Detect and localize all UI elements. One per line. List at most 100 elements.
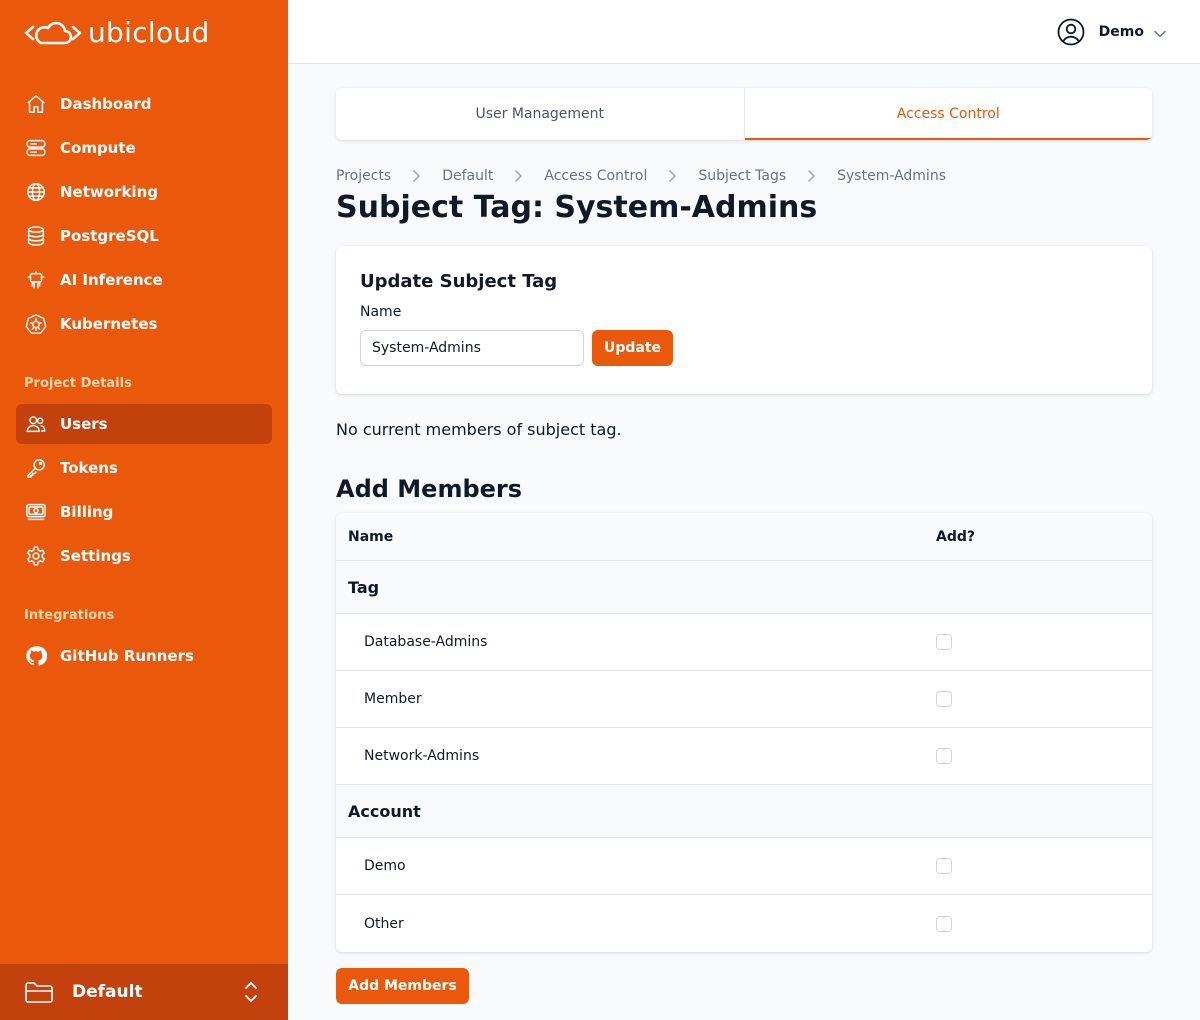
- sidebar-item-dashboard[interactable]: Dashboard: [16, 84, 272, 124]
- add-member-checkbox[interactable]: [936, 634, 952, 650]
- sidebar-item-label: Compute: [60, 139, 136, 157]
- table-row: Network-Admins: [336, 728, 1152, 785]
- sidebar-item-users[interactable]: Users: [16, 404, 272, 444]
- name-field-label: Name: [360, 304, 402, 320]
- column-header-add: Add?: [936, 528, 975, 545]
- sidebar-item-kubernetes[interactable]: Kubernetes: [16, 304, 272, 344]
- table-row: Member: [336, 671, 1152, 728]
- update-form-row: Update: [360, 330, 1128, 366]
- member-name: Demo: [364, 858, 406, 874]
- project-nav: Users Tokens Billing Settings: [16, 404, 272, 580]
- group-row-account: Account: [336, 785, 1152, 838]
- add-member-checkbox[interactable]: [936, 915, 952, 932]
- tab-label: Access Control: [896, 106, 1000, 122]
- member-name: Network-Admins: [364, 748, 480, 764]
- banknote-icon: [24, 500, 48, 524]
- user-avatar-icon: [1057, 18, 1085, 46]
- globe-icon: [24, 180, 48, 204]
- sidebar-item-billing[interactable]: Billing: [16, 492, 272, 532]
- sidebar-item-github-runners[interactable]: GitHub Runners: [16, 636, 272, 676]
- sidebar-item-tokens[interactable]: Tokens: [16, 448, 272, 488]
- sidebar-item-compute[interactable]: Compute: [16, 128, 272, 168]
- user-name: Demo: [1098, 24, 1144, 40]
- chevron-up-down-icon: [244, 980, 258, 1009]
- sidebar-item-label: AI Inference: [60, 271, 163, 289]
- database-icon: [24, 224, 48, 248]
- cloud-logo-icon: [24, 21, 82, 45]
- project-switcher-label: Default: [72, 982, 143, 1002]
- sidebar-item-settings[interactable]: Settings: [16, 536, 272, 576]
- sidebar-item-label: Tokens: [60, 459, 118, 477]
- table-row: Other: [336, 895, 1152, 952]
- tab-label: User Management: [475, 106, 605, 122]
- chevron-right-icon: [413, 170, 420, 182]
- update-subject-tag-card: Update Subject Tag Name Update: [336, 246, 1152, 394]
- add-member-checkbox[interactable]: [936, 748, 952, 764]
- project-switcher[interactable]: Default: [0, 964, 288, 1020]
- robot-icon: [24, 268, 48, 292]
- breadcrumb-current[interactable]: System-Admins: [837, 168, 946, 184]
- sidebar-item-label: GitHub Runners: [60, 647, 194, 665]
- add-member-checkbox[interactable]: [936, 858, 952, 874]
- breadcrumb-subject-tags[interactable]: Subject Tags: [698, 168, 786, 184]
- column-header-name: Name: [348, 528, 394, 545]
- no-members-message: No current members of subject tag.: [336, 420, 622, 439]
- page-title: Subject Tag: System-Admins: [336, 190, 818, 225]
- tab-user-management[interactable]: User Management: [336, 88, 744, 140]
- chevron-right-icon: [669, 170, 677, 182]
- key-icon: [24, 456, 48, 480]
- breadcrumb: Projects Default Access Control Subject …: [336, 166, 1152, 186]
- chevron-right-icon: [808, 170, 815, 182]
- sidebar-item-label: PostgreSQL: [60, 227, 159, 245]
- table-row: Demo: [336, 838, 1152, 895]
- subject-tag-name-input[interactable]: [360, 330, 584, 366]
- member-name: Other: [364, 915, 404, 932]
- breadcrumb-projects[interactable]: Projects: [336, 168, 391, 184]
- integrations-label: Integrations: [24, 608, 115, 623]
- chevron-right-icon: [515, 170, 523, 182]
- home-icon: [24, 92, 48, 116]
- group-label: Account: [348, 801, 421, 821]
- brand-name: ubicloud: [88, 16, 210, 49]
- top-bar: Demo: [288, 0, 1200, 64]
- sidebar-item-postgresql[interactable]: PostgreSQL: [16, 216, 272, 256]
- tab-access-control[interactable]: Access Control: [743, 88, 1153, 140]
- add-members-table: Name Add? Tag Database-Admins Member Net…: [336, 513, 1152, 952]
- main-nav: Dashboard Compute Networking PostgreSQL …: [16, 84, 272, 348]
- project-details-label: Project Details: [24, 376, 132, 391]
- group-label: Tag: [348, 577, 380, 597]
- gear-icon: [24, 544, 48, 568]
- sidebar-item-networking[interactable]: Networking: [16, 172, 272, 212]
- update-button[interactable]: Update: [592, 330, 673, 366]
- user-menu[interactable]: Demo: [1057, 18, 1166, 46]
- sidebar-item-label: Networking: [60, 183, 158, 201]
- group-row-tag: Tag: [336, 561, 1152, 614]
- ubicloud-logo[interactable]: ubicloud: [24, 16, 210, 50]
- member-name: Member: [364, 691, 422, 707]
- integrations-nav: GitHub Runners: [16, 636, 272, 680]
- sidebar-item-label: Users: [60, 415, 108, 433]
- kubernetes-icon: [24, 312, 48, 336]
- card-title: Update Subject Tag: [360, 271, 558, 292]
- users-icon: [24, 412, 48, 436]
- sidebar-item-ai-inference[interactable]: AI Inference: [16, 260, 272, 300]
- add-member-checkbox[interactable]: [936, 691, 952, 707]
- breadcrumb-access-control[interactable]: Access Control: [544, 168, 647, 184]
- member-name: Database-Admins: [364, 634, 488, 650]
- sidebar-item-label: Settings: [60, 547, 131, 565]
- server-icon: [24, 136, 48, 160]
- sidebar: ubicloud Dashboard Compute Networking Po…: [0, 0, 288, 1020]
- folder-icon: [24, 980, 54, 1004]
- sidebar-item-label: Dashboard: [60, 95, 152, 113]
- breadcrumb-default[interactable]: Default: [442, 168, 493, 184]
- table-row: Database-Admins: [336, 614, 1152, 671]
- table-header: Name Add?: [336, 513, 1152, 561]
- add-members-button[interactable]: Add Members: [336, 968, 469, 1004]
- chevron-down-icon: [1154, 23, 1166, 42]
- tab-bar: User Management Access Control: [336, 88, 1152, 140]
- github-icon: [24, 644, 48, 668]
- sidebar-item-label: Billing: [60, 503, 114, 521]
- add-members-title: Add Members: [336, 475, 523, 503]
- sidebar-item-label: Kubernetes: [60, 315, 158, 333]
- main-content: User Management Access Control Projects …: [336, 88, 1152, 1004]
